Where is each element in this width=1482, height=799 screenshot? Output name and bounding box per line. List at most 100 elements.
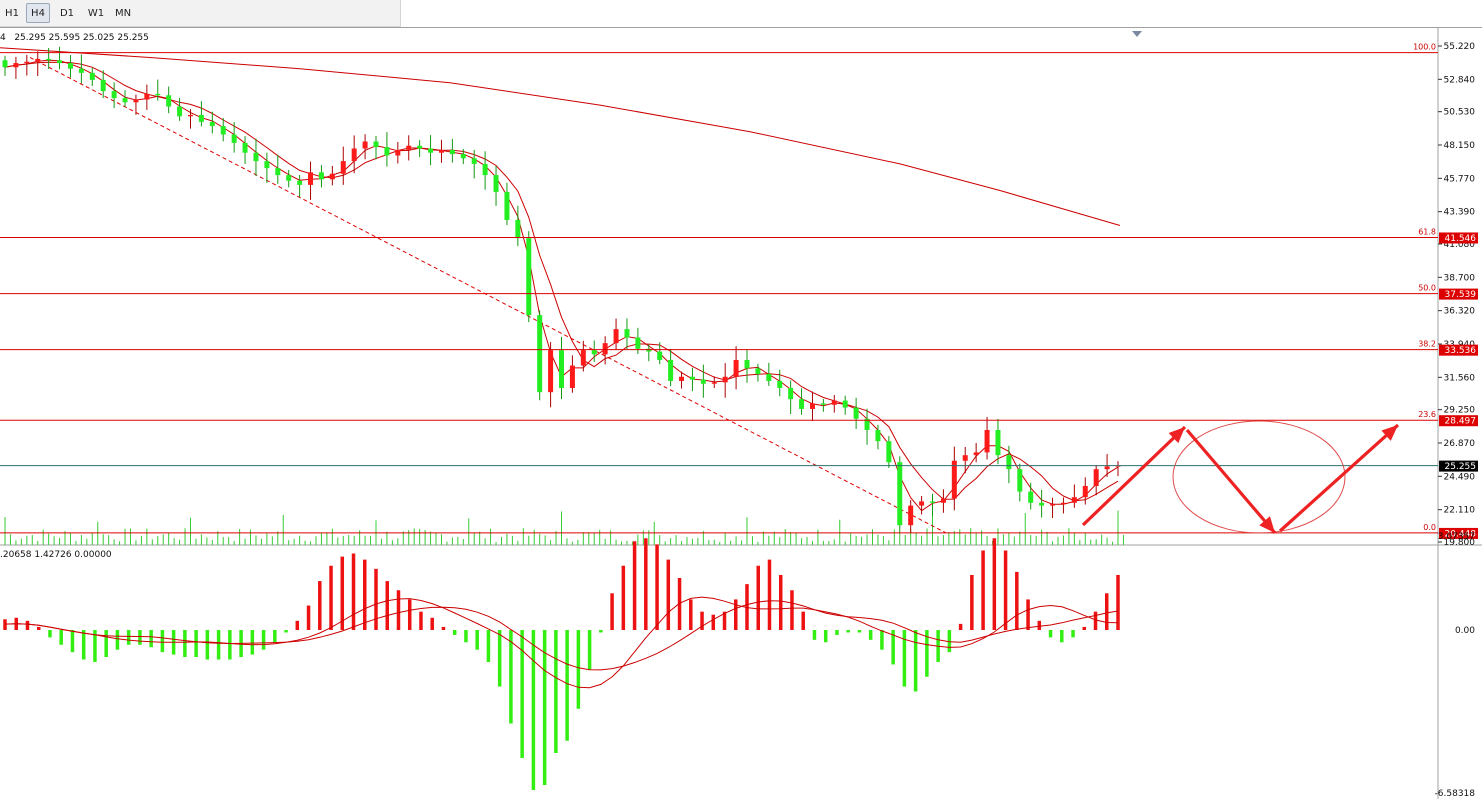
candle-body — [602, 343, 608, 355]
candle-body — [940, 498, 946, 503]
candle-body — [220, 126, 226, 135]
candle-body — [417, 145, 423, 149]
price-axis-label: 48.150 — [1444, 141, 1476, 151]
chart-canvas[interactable]: 55.22052.84050.53048.15045.77043.39041.0… — [0, 28, 1482, 799]
candle-body — [329, 173, 335, 180]
candle-body — [1039, 502, 1045, 506]
candle-body — [875, 429, 881, 442]
chart-area[interactable]: 55.220 52.840 50.530 48.150 45.770 43.390 41.0… — [0, 27, 1482, 799]
candle-body — [46, 58, 52, 61]
candle-body — [449, 149, 455, 155]
candle-body — [111, 91, 117, 99]
ma-long-line — [0, 47, 1121, 226]
candle-body — [755, 368, 761, 374]
price-axis-label: 29.250 — [1444, 406, 1476, 416]
candle-body — [515, 219, 521, 239]
candle-body — [1082, 485, 1088, 498]
candle-body — [231, 134, 237, 143]
candle-body — [78, 68, 84, 73]
ohlc-info: 4 25.295 25.595 25.025 25.255 — [0, 33, 149, 43]
ohlc-values: 25.295 25.595 25.025 25.255 — [14, 33, 149, 43]
candle-body — [1093, 469, 1099, 486]
arrow-up-2 — [1278, 423, 1400, 533]
trend-line — [29, 57, 947, 534]
candle-body — [853, 407, 859, 419]
candle-body — [831, 400, 837, 405]
price-axis-label: 52.840 — [1444, 75, 1476, 85]
candle-body — [1017, 469, 1023, 492]
ma-slow-line — [4, 61, 1119, 502]
candle-body — [657, 351, 663, 360]
candle-body — [886, 441, 892, 463]
candle-body — [395, 149, 401, 156]
candle-body — [188, 114, 193, 117]
candle-body — [548, 350, 554, 393]
candle-body — [308, 172, 314, 185]
candle-body — [340, 161, 346, 174]
price-axis-label: 50.530 — [1444, 108, 1476, 118]
timeframe-d1-button[interactable]: D1 — [55, 3, 79, 23]
candle-body — [438, 149, 444, 153]
candle-body — [57, 60, 63, 64]
ma-fast-line — [4, 59, 1119, 512]
macd-values: .20658 1.42726 0.00000 — [0, 550, 112, 560]
price-axis-label: 24.490 — [1444, 472, 1476, 482]
macd-axis-label: 3.07357 — [1438, 532, 1475, 542]
candle-body — [700, 379, 706, 384]
candle-body — [668, 359, 674, 381]
candle-body — [559, 350, 564, 388]
fib-price-label: 28.497 — [1445, 417, 1477, 427]
candle-body — [144, 93, 150, 100]
candle-body — [13, 63, 19, 68]
candle-body — [733, 359, 739, 377]
candle-body — [777, 380, 783, 388]
timeframe-w1-button[interactable]: W1 — [83, 3, 109, 23]
macd-info: .20658 1.42726 0.00000 — [0, 550, 112, 560]
candle-body — [591, 350, 597, 355]
candle-body — [984, 429, 990, 453]
candle-body — [2, 60, 8, 68]
candle-body — [624, 329, 630, 338]
timeframe-h4-button[interactable]: H4 — [26, 3, 50, 23]
timeframe-h1-button[interactable]: H1 — [0, 3, 24, 23]
candle-body — [133, 99, 139, 103]
candle-body — [373, 141, 379, 148]
price-axis-label: 45.770 — [1444, 174, 1476, 184]
fib-level-label: 61.8 — [1418, 227, 1436, 236]
fib-price-label: 41.546 — [1445, 234, 1477, 244]
candle-body — [1028, 491, 1034, 503]
price-axis-label: 55.220 — [1444, 42, 1476, 52]
current-price-label: 25.255 — [1445, 462, 1477, 472]
candle-body — [930, 501, 935, 503]
fib-level-label: 100.0 — [1413, 43, 1436, 52]
candle-body — [908, 505, 914, 526]
price-axis-label: 43.390 — [1444, 208, 1476, 218]
candle-body — [973, 452, 979, 456]
price-axis-label: 36.320 — [1444, 307, 1476, 317]
candle-body — [198, 114, 204, 122]
timeframe-toolbar: H1 H4 D1 W1 MN — [0, 0, 401, 27]
candle-body — [155, 93, 161, 96]
macd-axis-label: 0.00 — [1455, 626, 1475, 636]
candle-body — [100, 79, 106, 92]
candle-body — [460, 154, 466, 159]
fib-price-label: 37.539 — [1445, 290, 1477, 300]
candle-body — [471, 158, 477, 164]
timeframe-mn-button[interactable]: MN — [111, 3, 135, 23]
candle-body — [951, 460, 957, 499]
symbol-info-prefix: 4 — [0, 33, 6, 43]
candle-body — [504, 191, 510, 220]
candle-body — [253, 152, 259, 162]
candle-body — [362, 141, 368, 149]
candle-body — [919, 501, 925, 506]
chart-shift-marker-icon[interactable] — [1132, 31, 1142, 37]
candle-body — [1006, 455, 1012, 470]
candle-body — [177, 106, 183, 117]
candle-body — [722, 376, 728, 383]
candle-body — [995, 429, 1001, 456]
candle-body — [613, 329, 619, 344]
candle-body — [24, 61, 30, 64]
candle-body — [428, 148, 434, 153]
candle-body — [526, 238, 532, 316]
candle-body — [384, 147, 390, 156]
